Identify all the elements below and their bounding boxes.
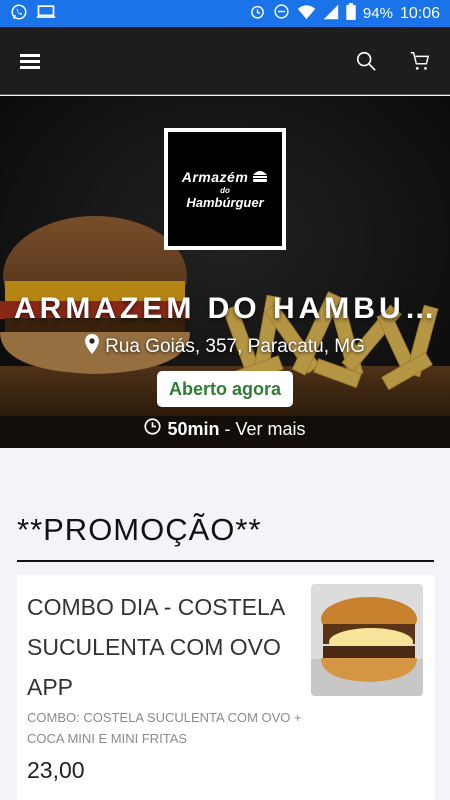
product-price: 23,00	[27, 757, 85, 783]
clock-icon	[144, 418, 162, 440]
logo-text-line1: Armazém	[181, 169, 249, 185]
logo-text-small: do	[220, 185, 230, 195]
eta-time: 50min	[167, 418, 220, 439]
menu-icon[interactable]	[18, 49, 42, 73]
see-more-link[interactable]: - Ver mais	[220, 419, 306, 439]
store-name: ARMAZEM DO HAMBU...	[14, 292, 442, 325]
section-divider	[17, 560, 434, 562]
open-status-badge: Aberto agora	[157, 371, 293, 407]
product-card[interactable]: COMBO DIA - COSTELA SUCULENTA COM OVO AP…	[17, 575, 434, 800]
wifi-icon	[297, 4, 316, 24]
screen-icon	[36, 4, 56, 24]
battery-icon	[346, 3, 356, 24]
dnd-icon	[273, 3, 290, 24]
address-text: Rua Goiás, 357, Paracatu, MG	[105, 336, 365, 357]
product-title: COMBO DIA - COSTELA SUCULENTA COM OVO AP…	[27, 594, 284, 700]
app-bar	[0, 27, 450, 95]
signal-icon	[323, 4, 339, 24]
location-pin-icon	[85, 334, 100, 360]
product-image	[311, 584, 423, 696]
product-description: COMBO: COSTELA SUCULENTA COM OVO + COCA …	[27, 710, 302, 746]
clock: 10:06	[399, 4, 440, 22]
store-logo: Armazém do Hambúrguer	[164, 128, 286, 250]
cart-icon[interactable]	[408, 49, 432, 73]
battery-percent: 94%	[362, 5, 393, 22]
delivery-eta[interactable]: 50min - Ver mais	[0, 418, 450, 440]
whatsapp-icon	[10, 3, 28, 25]
status-bar: 94% 10:06	[0, 0, 450, 27]
search-icon[interactable]	[354, 49, 378, 73]
section-title: **PROMOÇÃO**	[17, 512, 262, 547]
store-hero: Armazém do Hambúrguer ARMAZEM DO HAMBU..…	[0, 96, 450, 448]
store-address: Rua Goiás, 357, Paracatu, MG	[0, 334, 450, 360]
alarm-icon	[249, 3, 266, 24]
burger-logo-icon	[252, 169, 268, 186]
logo-text-line2: Hambúrguer	[186, 194, 264, 210]
